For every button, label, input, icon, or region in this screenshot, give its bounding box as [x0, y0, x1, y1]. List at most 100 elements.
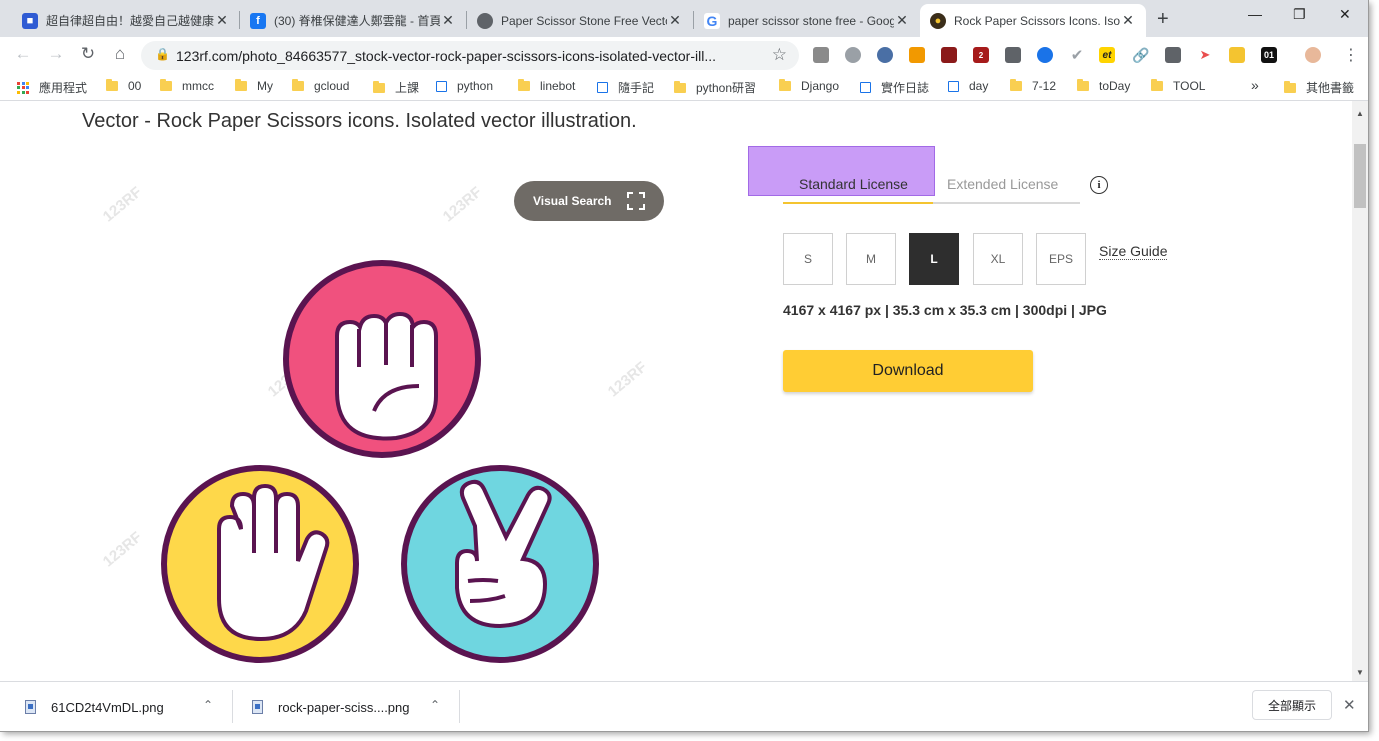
bookmark-label: 上課: [395, 81, 420, 95]
visual-search-label: Visual Search: [533, 194, 612, 208]
c-extension-icon[interactable]: [1005, 47, 1021, 63]
camera-extension-icon[interactable]: [813, 47, 829, 63]
download-item-1[interactable]: 61CD2t4VmDL.png: [25, 682, 164, 731]
reload-icon[interactable]: ↻: [77, 44, 99, 64]
folder-icon: [160, 79, 172, 91]
share-extension-icon[interactable]: ➤: [1197, 47, 1213, 63]
size-option-l[interactable]: L: [909, 233, 959, 285]
chat-bubble-icon: ■: [22, 12, 38, 29]
size-option-eps[interactable]: EPS: [1036, 233, 1086, 285]
downloads-bar: 61CD2t4VmDL.png ⌃ rock-paper-sciss....pn…: [0, 681, 1368, 731]
show-all-downloads-button[interactable]: 全部顯示: [1252, 690, 1332, 720]
download-item-2[interactable]: rock-paper-sciss....png: [252, 682, 410, 731]
scrollbar-thumb[interactable]: [1354, 144, 1366, 208]
bookmark-my[interactable]: My: [235, 79, 273, 93]
bookmark-mmcc[interactable]: mmcc: [160, 79, 214, 93]
et-label: et: [1102, 49, 1112, 61]
chevron-up-icon[interactable]: ⌃: [430, 698, 440, 712]
folder-icon: [373, 80, 385, 93]
tab-2[interactable]: f (30) 脊椎保健達人鄭雲龍 - 首頁 ✕: [240, 4, 466, 37]
folder-icon: [235, 79, 247, 91]
tab-5-active[interactable]: ● Rock Paper Scissors Icons. Isolated ✕: [920, 4, 1146, 37]
tab-4[interactable]: G paper scissor stone free - Google ✕: [694, 4, 920, 37]
bookmark-class[interactable]: 上課: [373, 79, 419, 96]
bookmark-label: mmcc: [182, 79, 214, 93]
tab-3[interactable]: Paper Scissor Stone Free Vector ✕: [467, 4, 693, 37]
et-extension-icon[interactable]: et: [1099, 47, 1115, 63]
close-tab-icon[interactable]: ✕: [1120, 12, 1136, 29]
size-option-xl[interactable]: XL: [973, 233, 1023, 285]
note-extension-icon[interactable]: [1229, 47, 1245, 63]
close-tab-icon[interactable]: ✕: [667, 12, 683, 29]
link-extension-icon[interactable]: 🔗: [1132, 47, 1149, 63]
tab-standard-license[interactable]: Standard License: [799, 176, 908, 192]
bookmarks-overflow-icon[interactable]: »: [1251, 77, 1259, 93]
profile-avatar[interactable]: [1305, 47, 1321, 63]
sphere-extension-icon[interactable]: [845, 47, 861, 63]
download-separator: [232, 690, 233, 723]
back-arrow-icon[interactable]: ←: [12, 44, 34, 64]
new-tab-plus-icon[interactable]: +: [1157, 8, 1169, 31]
owl-extension-icon[interactable]: [877, 47, 893, 63]
address-bar[interactable]: 🔒 123rf.com/photo_84663577_stock-vector-…: [141, 41, 799, 70]
tab-strip: ■ 超自律超自由！越愛自己越健康 ✕ f (30) 脊椎保健達人鄭雲龍 - 首頁…: [0, 0, 1368, 37]
01-extension-icon[interactable]: 01: [1261, 47, 1277, 63]
rock-icon: [283, 260, 481, 458]
globe-icon: [477, 12, 493, 29]
lock-icon[interactable]: 🔒: [155, 47, 170, 61]
tab-extended-license[interactable]: Extended License: [947, 176, 1058, 192]
bookmark-apps[interactable]: 應用程式: [17, 79, 87, 96]
size-guide-link[interactable]: Size Guide: [1099, 243, 1168, 260]
page-scrollbar[interactable]: ▲ ▼: [1352, 101, 1368, 681]
bookmark-gcloud[interactable]: gcloud: [292, 79, 349, 93]
h-extension-icon[interactable]: [941, 47, 957, 63]
info-icon[interactable]: i: [1090, 176, 1108, 194]
bookmark-day[interactable]: day: [948, 79, 988, 93]
bookmark-label: day: [969, 79, 989, 93]
bookmark-00[interactable]: 00: [106, 79, 141, 93]
bookmark-today[interactable]: toDay: [1077, 79, 1130, 93]
bookmark-7-12[interactable]: 7-12: [1010, 79, 1056, 93]
home-icon[interactable]: ⌂: [109, 44, 131, 64]
folder-icon: [292, 79, 304, 91]
gray-extension-icon[interactable]: [1165, 47, 1181, 63]
page-icon: [436, 80, 447, 92]
browser-window: ■ 超自律超自由！越愛自己越健康 ✕ f (30) 脊椎保健達人鄭雲龍 - 首頁…: [0, 0, 1368, 731]
visual-search-button[interactable]: Visual Search: [514, 181, 664, 221]
bookmark-extension-icon[interactable]: [1037, 47, 1053, 63]
shield-badge-extension-icon[interactable]: 2: [973, 47, 989, 63]
bookmark-linebot[interactable]: linebot: [518, 79, 575, 93]
url-text[interactable]: 123rf.com/photo_84663577_stock-vector-ro…: [176, 48, 766, 64]
bookmark-python-study[interactable]: python研習: [674, 79, 756, 96]
menu-kebab-icon[interactable]: ⋮: [1343, 45, 1359, 65]
bookmark-python[interactable]: python: [436, 79, 493, 93]
folder-icon: [779, 79, 791, 91]
close-tab-icon[interactable]: ✕: [894, 12, 910, 29]
chevron-up-icon[interactable]: ⌃: [203, 698, 213, 712]
bookmark-tool[interactable]: TOOL: [1151, 79, 1205, 93]
orange-extension-icon[interactable]: [909, 47, 925, 63]
size-option-s[interactable]: S: [783, 233, 833, 285]
check-extension-icon[interactable]: ✔: [1069, 47, 1085, 64]
bookmark-other[interactable]: 其他書籤: [1284, 79, 1354, 96]
scroll-down-arrow-icon[interactable]: ▼: [1356, 668, 1364, 677]
bookmark-practice-log[interactable]: 實作日誌: [860, 79, 929, 96]
download-button[interactable]: Download: [783, 350, 1033, 392]
page-icon: [860, 82, 871, 93]
close-tab-icon[interactable]: ✕: [440, 12, 456, 29]
restore-icon[interactable]: ❐: [1293, 6, 1306, 23]
bookmark-django[interactable]: Django: [779, 79, 839, 93]
scroll-up-arrow-icon[interactable]: ▲: [1356, 109, 1364, 118]
forward-arrow-icon[interactable]: →: [45, 44, 67, 64]
tab-1[interactable]: ■ 超自律超自由！越愛自己越健康 ✕: [12, 4, 240, 37]
close-window-icon[interactable]: ✕: [1339, 6, 1351, 23]
bookmark-notes[interactable]: 隨手記: [597, 79, 654, 96]
bookmark-star-icon[interactable]: ☆: [772, 45, 787, 65]
watermark: 123RF: [99, 183, 146, 226]
size-option-m[interactable]: M: [846, 233, 896, 285]
bookmark-label: 實作日誌: [881, 81, 930, 95]
close-downloads-icon[interactable]: ✕: [1343, 696, 1356, 714]
close-tab-icon[interactable]: ✕: [214, 12, 230, 29]
minimize-icon[interactable]: —: [1248, 6, 1262, 22]
folder-icon: [1284, 80, 1296, 93]
